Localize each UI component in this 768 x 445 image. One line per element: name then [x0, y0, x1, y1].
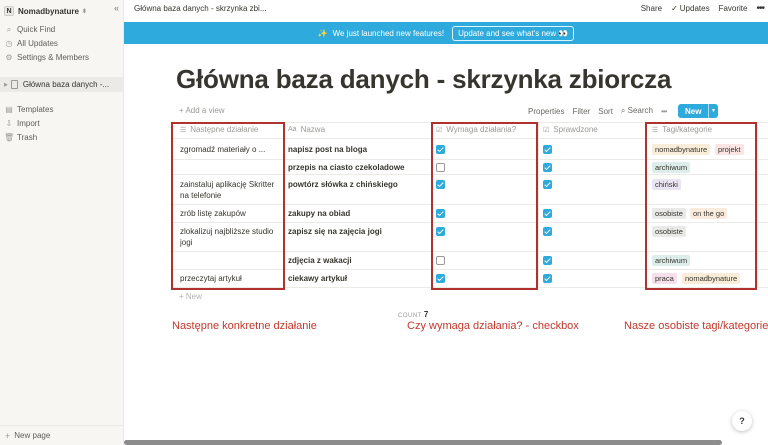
cell-name[interactable]: powtórz słówka z chińskiego [288, 179, 398, 190]
horizontal-scrollbar[interactable] [124, 440, 722, 445]
column-header-name[interactable]: Aa Nazwa [288, 125, 325, 134]
checked-checkbox[interactable] [543, 163, 552, 172]
chevron-down-icon[interactable]: ▼ [708, 104, 718, 118]
update-button[interactable]: Update and see what's new 👀 [452, 25, 575, 41]
sidebar-page-item[interactable]: ▶ Główna baza danych -... [0, 77, 124, 92]
announcement-banner: ✨ We just launched new features! Update … [124, 22, 768, 44]
breadcrumb[interactable]: Główna baza danych - skrzynka zbi... [134, 4, 267, 13]
workspace-name: Nomadbynature [18, 6, 79, 16]
page-title[interactable]: Główna baza danych - skrzynka zbiorcza [176, 64, 671, 95]
cell-name[interactable]: zakupy na obiad [288, 208, 350, 219]
count-summary[interactable]: COUNT 7 [398, 310, 428, 319]
workspace-logo: N [4, 6, 14, 16]
sidebar-item-all-updates[interactable]: ◷ All Updates [4, 37, 120, 50]
annotation-box-requires-action [431, 122, 538, 290]
cell-name[interactable]: zapisz się na zajęcia jogi [288, 226, 382, 237]
workspace-switcher[interactable]: N Nomadbynature ⬍ « [4, 3, 120, 19]
updates-button[interactable]: ✓ Updates [671, 4, 710, 13]
chevron-updown-icon: ⬍ [81, 8, 87, 15]
sidebar: N Nomadbynature ⬍ « ⌕ Quick Find ◷ All U… [0, 0, 124, 445]
view-tools: Properties Filter Sort ⌕ Search ••• [528, 106, 667, 116]
sidebar-item-trash[interactable]: 🗑 Trash [4, 131, 120, 144]
add-view-button[interactable]: + Add a view [179, 106, 225, 115]
annotation-box-tags [645, 122, 757, 290]
sidebar-item-label: Quick Find [17, 25, 56, 34]
banner-text: We just launched new features! [332, 28, 445, 38]
new-page-label: New page [14, 431, 51, 440]
import-icon: ⇩ [5, 119, 13, 128]
sidebar-item-label: Settings & Members [17, 53, 90, 62]
sidebar-item-label: Trash [17, 133, 38, 142]
templates-icon: ▤ [5, 105, 13, 114]
annotation-box-next-action [171, 122, 285, 290]
checked-checkbox[interactable] [543, 180, 552, 189]
cell-name[interactable]: zdjęcia z wakacji [288, 255, 352, 266]
annotation-next-action: Następne konkretne działanie [172, 320, 317, 332]
checked-checkbox[interactable] [543, 256, 552, 265]
properties-button[interactable]: Properties [528, 107, 564, 116]
sidebar-item-label: Templates [17, 105, 54, 114]
checkbox-property-icon: ☑ [543, 126, 550, 134]
sidebar-item-import[interactable]: ⇩ Import [4, 117, 120, 130]
sidebar-item-quick-find[interactable]: ⌕ Quick Find [4, 23, 120, 36]
title-property-icon: Aa [288, 126, 297, 133]
checked-checkbox[interactable] [543, 145, 552, 154]
checked-checkbox[interactable] [543, 274, 552, 283]
new-label: New [685, 106, 702, 116]
table-border [757, 122, 758, 288]
cell-name[interactable]: przepis na ciasto czekoladowe [288, 162, 404, 173]
search-button[interactable]: ⌕ Search [621, 106, 653, 116]
clock-icon: ◷ [5, 39, 13, 48]
sidebar-item-label: All Updates [17, 39, 58, 48]
expand-triangle-icon[interactable]: ▶ [4, 82, 8, 88]
column-header-label: Nazwa [300, 125, 326, 134]
topbar: Główna baza danych - skrzynka zbi... Sha… [124, 0, 768, 18]
count-label: COUNT [398, 313, 422, 319]
gear-icon: ⚙ [5, 53, 13, 62]
count-value: 7 [423, 310, 429, 319]
column-header-label: Sprawdzone [553, 125, 598, 134]
new-page-button[interactable]: + New page [0, 425, 124, 445]
search-label: Search [627, 106, 653, 115]
trash-icon: 🗑 [4, 133, 15, 142]
sidebar-page-label: Główna baza danych -... [22, 80, 110, 89]
sidebar-item-templates[interactable]: ▤ Templates [4, 103, 120, 116]
collapse-sidebar-icon[interactable]: « [114, 3, 119, 13]
more-options-icon[interactable]: ••• [661, 107, 667, 116]
updates-label: Updates [679, 4, 710, 13]
sidebar-item-settings[interactable]: ⚙ Settings & Members [4, 51, 120, 64]
new-record-button[interactable]: New ▼ [678, 104, 718, 118]
column-header-checked[interactable]: ☑ Sprawdzone [543, 125, 598, 134]
add-new-row-button[interactable]: + New [179, 292, 202, 301]
cell-name[interactable]: ciekawy artykuł [288, 273, 347, 284]
favorite-button[interactable]: Favorite [719, 4, 748, 13]
table-border [538, 122, 539, 288]
top-actions: Share ✓ Updates Favorite ••• [641, 3, 765, 13]
page-icon [10, 80, 18, 89]
checked-checkbox[interactable] [543, 227, 552, 236]
sparkle-icon: ✨ [317, 28, 328, 38]
annotation-requires-action: Czy wymaga działania? - checkbox [407, 320, 579, 332]
annotation-tags: Nasze osobiste tagi/kategorie [624, 320, 768, 332]
more-options-icon[interactable]: ••• [756, 3, 764, 13]
search-icon: ⌕ [6, 24, 12, 34]
sort-button[interactable]: Sort [598, 107, 613, 116]
share-button[interactable]: Share [641, 4, 662, 13]
filter-button[interactable]: Filter [572, 107, 590, 116]
sidebar-item-label: Import [17, 119, 40, 128]
cell-name[interactable]: napisz post na bloga [288, 144, 367, 155]
plus-icon: + [5, 430, 11, 441]
check-icon: ✓ [671, 4, 678, 13]
search-icon: ⌕ [620, 106, 628, 115]
help-button[interactable]: ? [732, 411, 752, 431]
checked-checkbox[interactable] [543, 209, 552, 218]
